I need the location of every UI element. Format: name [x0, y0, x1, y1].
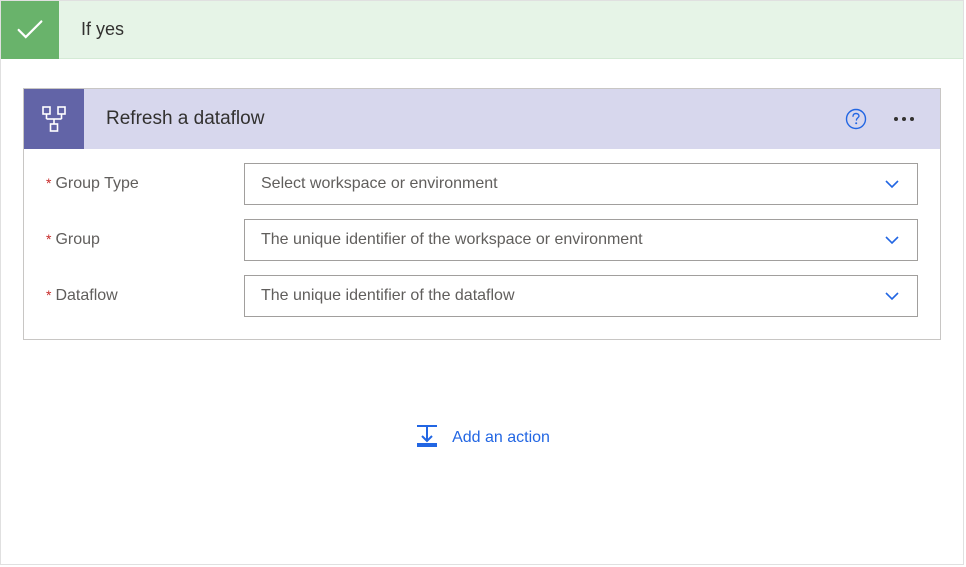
required-indicator: * — [46, 231, 51, 247]
select-placeholder: The unique identifier of the dataflow — [261, 287, 515, 305]
if-yes-container: If yes Refresh a dataflow — [0, 0, 964, 565]
condition-body: Refresh a dataflow — [1, 59, 963, 475]
group-type-select[interactable]: Select workspace or environment — [244, 163, 918, 205]
label-text: Group Type — [55, 175, 138, 193]
more-icon[interactable] — [890, 113, 918, 125]
add-action-button[interactable]: Add an action — [414, 422, 550, 453]
dataflow-select[interactable]: The unique identifier of the dataflow — [244, 275, 918, 317]
label-text: Dataflow — [55, 287, 117, 305]
condition-title: If yes — [81, 19, 124, 40]
field-label: * Group — [46, 231, 244, 249]
add-action-icon — [414, 422, 440, 453]
action-header[interactable]: Refresh a dataflow — [24, 89, 940, 149]
action-title: Refresh a dataflow — [106, 108, 844, 130]
field-dataflow: * Dataflow The unique identifier of the … — [46, 275, 918, 317]
group-select[interactable]: The unique identifier of the workspace o… — [244, 219, 918, 261]
add-action-label: Add an action — [452, 429, 550, 447]
field-group-type: * Group Type Select workspace or environ… — [46, 163, 918, 205]
chevron-down-icon — [883, 287, 901, 305]
action-card: Refresh a dataflow — [23, 88, 941, 340]
required-indicator: * — [46, 175, 51, 191]
chevron-down-icon — [883, 231, 901, 249]
select-placeholder: The unique identifier of the workspace o… — [261, 231, 643, 249]
add-action-row: Add an action — [23, 422, 941, 453]
checkmark-icon — [1, 1, 59, 59]
action-header-controls — [844, 107, 940, 131]
required-indicator: * — [46, 287, 51, 303]
condition-header[interactable]: If yes — [1, 1, 963, 59]
chevron-down-icon — [883, 175, 901, 193]
field-label: * Group Type — [46, 175, 244, 193]
field-group: * Group The unique identifier of the wor… — [46, 219, 918, 261]
select-placeholder: Select workspace or environment — [261, 175, 498, 193]
field-label: * Dataflow — [46, 287, 244, 305]
label-text: Group — [55, 231, 99, 249]
help-icon[interactable] — [844, 107, 868, 131]
dataflow-icon — [24, 89, 84, 149]
action-form: * Group Type Select workspace or environ… — [24, 149, 940, 339]
